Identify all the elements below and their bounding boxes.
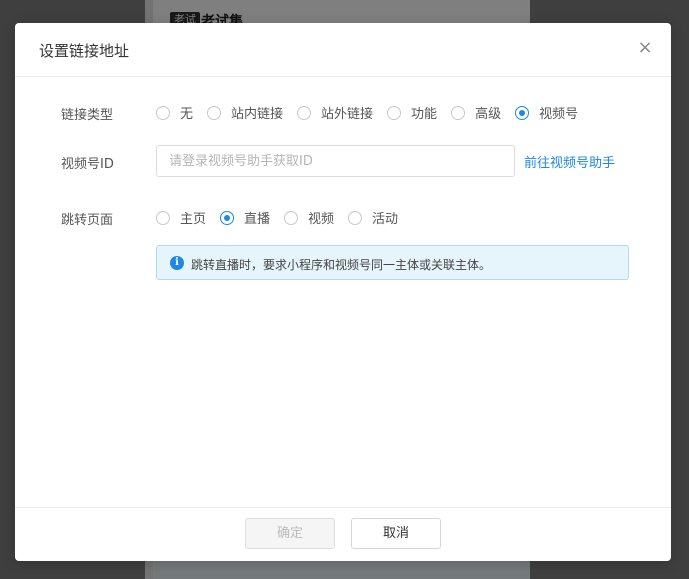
radio-jump-live[interactable]: 直播: [220, 208, 270, 227]
channel-id-label: 视频号ID: [61, 157, 114, 172]
radio-jump-event[interactable]: 活动: [348, 208, 398, 227]
jump-page-label: 跳转页面: [61, 213, 114, 228]
goto-channels-assistant-link[interactable]: 前往视频号助手: [524, 152, 615, 171]
radio-link-type-none[interactable]: 无: [156, 103, 193, 122]
channel-id-input[interactable]: [156, 145, 515, 177]
radio-circle-icon: [348, 210, 363, 225]
radio-link-type-channels[interactable]: 视频号: [515, 103, 578, 122]
radio-circle-icon: [297, 105, 312, 120]
link-type-label: 链接类型: [61, 108, 114, 123]
radio-link-type-advanced[interactable]: 高级: [451, 103, 501, 122]
close-icon[interactable]: ×: [635, 38, 655, 58]
radio-link-type-external[interactable]: 站外链接: [297, 103, 373, 122]
radio-jump-home[interactable]: 主页: [156, 208, 206, 227]
radio-circle-icon: [156, 210, 170, 225]
radio-jump-video[interactable]: 视频: [284, 208, 334, 227]
info-icon: i: [170, 256, 184, 270]
radio-link-type-function[interactable]: 功能: [387, 103, 437, 122]
cancel-button[interactable]: 取消: [351, 518, 441, 549]
link-type-radio-group: 无 站内链接 站外链接 功能 高级 视频号: [156, 103, 592, 122]
info-alert: i 跳转直播时，要求小程序和视频号同一主体或关联主体。: [156, 245, 629, 280]
info-text: 跳转直播时，要求小程序和视频号同一主体或关联主体。: [191, 258, 492, 272]
radio-circle-icon: [387, 105, 402, 120]
confirm-button[interactable]: 确定: [245, 518, 335, 549]
radio-link-type-internal[interactable]: 站内链接: [207, 103, 283, 122]
radio-checked-icon: [515, 105, 530, 120]
radio-checked-icon: [220, 210, 235, 225]
jump-page-radio-group: 主页 直播 视频 活动: [156, 208, 412, 227]
dialog-title: 设置链接地址: [39, 42, 130, 60]
dialog-footer: 确定 取消: [15, 507, 671, 562]
radio-circle-icon: [156, 105, 170, 120]
radio-circle-icon: [451, 105, 466, 120]
dialog-header: 设置链接地址 ×: [15, 23, 671, 77]
radio-circle-icon: [284, 210, 299, 225]
radio-circle-icon: [207, 105, 222, 120]
link-settings-dialog: 设置链接地址 × 链接类型 无 站内链接 站外链接 功能 高级 视频号 视频号I…: [15, 23, 671, 561]
